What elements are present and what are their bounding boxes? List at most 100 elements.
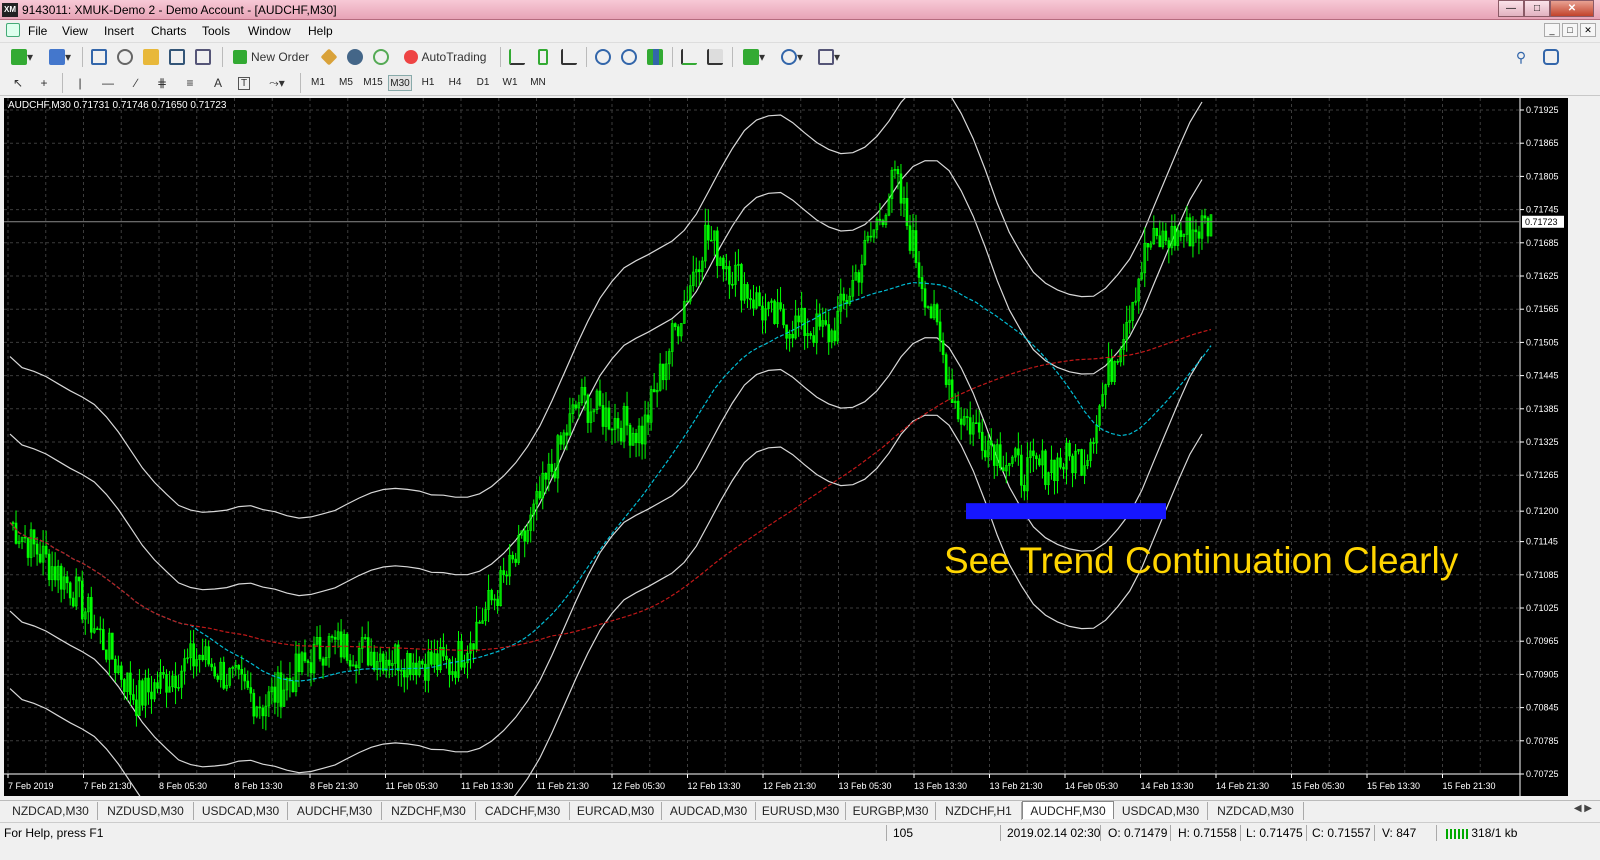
mdi-close-button[interactable]: ✕ [1580,23,1596,37]
text-button[interactable]: A [208,72,228,94]
tf-h4[interactable]: H4 [443,75,467,91]
tab-chart[interactable]: EURUSD,M30 [756,802,846,820]
tile-windows-icon [647,49,663,65]
zoom-in-button[interactable] [592,46,614,68]
candle-body [354,664,358,669]
candle-body [938,321,942,342]
candle-body [1020,454,1023,486]
tab-chart[interactable]: AUDCHF,M30 [288,802,382,820]
cursor-button[interactable]: ↖ [8,72,28,94]
terminal-button[interactable] [166,46,188,68]
candle-body [1068,442,1071,457]
menu-view[interactable]: View [62,24,88,38]
tab-chart-active[interactable]: AUDCHF,M30 [1022,801,1114,819]
bar-high: H: 0.71558 [1178,826,1237,840]
tab-chart[interactable]: AUDCAD,M30 [662,802,756,820]
chart-shift-button[interactable] [704,46,726,68]
signals-button[interactable] [344,46,366,68]
tab-chart[interactable]: NZDCHF,M30 [382,802,476,820]
profiles-button[interactable]: ▾ [44,46,76,68]
candle-body [791,333,794,339]
tf-m5[interactable]: M5 [334,75,358,91]
new-order-button[interactable]: New Order [228,46,314,68]
menu-window[interactable]: Window [248,24,291,38]
mdi-minimize-button[interactable]: _ [1544,23,1560,37]
tab-chart[interactable]: USDCAD,M30 [1114,802,1208,820]
line-chart-button[interactable] [558,46,580,68]
shapes-button[interactable]: ⤳ ▾ [262,72,292,94]
y-tick-label: 0.71265 [1526,470,1559,480]
trendline-button[interactable]: ∕ [126,72,146,94]
tile-windows-button[interactable] [644,46,666,68]
candle-body [123,679,126,692]
candle-body [147,677,150,693]
menu-insert[interactable]: Insert [104,24,134,38]
candle-body [162,672,165,675]
tab-chart[interactable]: EURCAD,M30 [570,802,662,820]
search-button[interactable]: ⚲ [1510,46,1532,68]
candle-body [71,597,75,607]
tf-d1[interactable]: D1 [471,75,495,91]
metaeditor-button[interactable] [318,46,340,68]
vertical-line-button[interactable]: | [70,72,90,94]
tab-chart[interactable]: CADCHF,M30 [476,802,570,820]
tab-chart[interactable]: NZDCAD,M30 [1208,802,1304,820]
candle-body [396,644,400,671]
market-watch-button[interactable] [88,46,110,68]
candle-body [448,659,451,675]
minimize-button[interactable]: — [1498,0,1524,17]
navigator-button[interactable] [140,46,162,68]
chat-button[interactable] [1540,46,1562,68]
menu-tools[interactable]: Tools [202,24,230,38]
candle-body [387,659,391,666]
fibonacci-button[interactable]: ≡ [180,72,200,94]
bar-chart-button[interactable] [506,46,528,68]
y-tick-label: 0.71745 [1526,205,1559,215]
templates-button[interactable]: ▾ [812,46,846,68]
channel-button[interactable]: ⋕ [152,72,172,94]
periods-button[interactable]: ▾ [776,46,808,68]
document-icon[interactable] [6,23,20,37]
close-button[interactable]: ✕ [1550,0,1594,17]
tab-chart[interactable]: NZDUSD,M30 [98,802,194,820]
chart-annotation: See Trend Continuation Clearly [944,540,1459,581]
tab-chart[interactable]: EURGBP,M30 [846,802,936,820]
x-tick-label: 14 Feb 13:30 [1141,781,1194,791]
candle-body [273,686,277,703]
horizontal-line-button[interactable]: — [98,72,118,94]
auto-scroll-button[interactable] [678,46,700,68]
data-window-button[interactable] [114,46,136,68]
indicators-button[interactable]: ▾ [738,46,770,68]
tf-m15[interactable]: M15 [361,75,385,91]
price-chart[interactable]: 0.71925 0.71865 0.71805 0.71745 0.71685 0.716… [4,98,1568,796]
tab-scroll-arrows[interactable]: ◀ ▶ [1574,803,1592,814]
tester-button[interactable] [192,46,214,68]
menu-charts[interactable]: Charts [151,24,186,38]
candle-body [68,582,72,599]
crosshair-button[interactable]: + [34,72,54,94]
label-button[interactable]: T [234,72,254,94]
menu-help[interactable]: Help [308,24,333,38]
candlestick-button[interactable] [532,46,554,68]
tf-m1[interactable]: M1 [306,75,330,91]
tab-chart[interactable]: USDCAD,M30 [194,802,288,820]
candle-body [1110,358,1113,382]
autotrading-button[interactable]: AutoTrading [398,46,492,68]
tf-m30[interactable]: M30 [388,75,412,91]
tf-w1[interactable]: W1 [498,75,522,91]
tf-h1[interactable]: H1 [416,75,440,91]
tab-chart[interactable]: NZDCHF,H1 [936,802,1022,820]
maximize-button[interactable]: □ [1524,0,1550,17]
text-icon: A [213,76,222,90]
chart-window[interactable]: 0.71925 0.71865 0.71805 0.71745 0.71685 0.716… [4,98,1568,796]
candle-body [1038,458,1041,466]
new-chart-button[interactable]: ▾ [6,46,38,68]
candle-body [974,422,978,425]
candle-body [1197,231,1201,239]
market-button[interactable] [370,46,392,68]
tf-mn[interactable]: MN [526,75,550,91]
tab-chart[interactable]: NZDCAD,M30 [4,802,98,820]
mdi-restore-button[interactable]: □ [1562,23,1578,37]
menu-file[interactable]: File [28,24,47,38]
zoom-out-button[interactable] [618,46,640,68]
